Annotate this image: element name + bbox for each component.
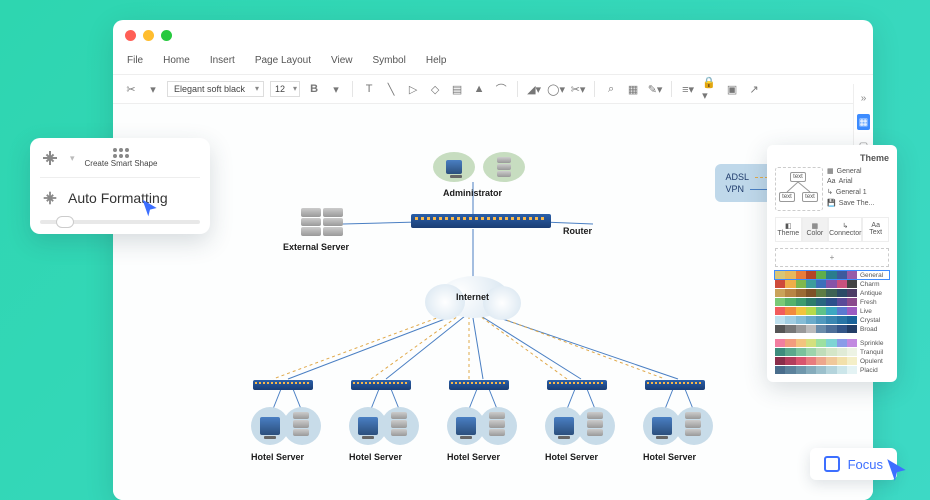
admin-node-1[interactable]	[433, 152, 475, 182]
legend-adsl: ADSL	[725, 172, 749, 182]
theme-preview[interactable]: text text text	[775, 167, 823, 211]
swatch-row-crystal[interactable]: Crystal	[775, 316, 889, 324]
menu-help[interactable]: Help	[426, 55, 447, 66]
menu-view[interactable]: View	[331, 55, 353, 66]
align-icon[interactable]: ≡▾	[680, 81, 696, 97]
theme-opt-arial[interactable]: AaArial	[827, 178, 889, 185]
external-server-label: External Server	[283, 242, 349, 252]
auto-formatting-slider[interactable]	[40, 220, 200, 224]
swatch-row-live[interactable]: Live	[775, 307, 889, 315]
administrator-label: Administrator	[443, 188, 502, 198]
focus-icon	[824, 456, 840, 472]
swatch-row-charm[interactable]: Charm	[775, 280, 889, 288]
swatch-row-opulent[interactable]: Opulent	[775, 357, 889, 365]
arc-icon[interactable]: ⌒	[493, 81, 509, 97]
create-smart-shape-button[interactable]: Create Smart Shape	[85, 148, 158, 169]
theme-opt-save[interactable]: 💾Save The...	[827, 199, 889, 207]
cut-icon[interactable]: ✂	[123, 81, 139, 97]
tab-connector[interactable]: ↳Connector	[828, 217, 862, 242]
swatch-list: GeneralCharmAntiqueFreshLiveCrystalBroad…	[775, 271, 889, 374]
tab-theme[interactable]: ◧Theme	[775, 217, 802, 242]
canvas[interactable]: Administrator External Server Router Int…	[113, 104, 873, 500]
font-select[interactable]: Elegant soft black	[167, 81, 264, 97]
menu-page-layout[interactable]: Page Layout	[255, 55, 311, 66]
text-icon[interactable]: T	[361, 81, 377, 97]
theme-add-button[interactable]: +	[775, 248, 889, 267]
sparkle-icon[interactable]	[40, 148, 60, 168]
legend-vpn: VPN	[725, 184, 744, 194]
chart-icon[interactable]: ▤	[449, 81, 465, 97]
external-server-icon-2[interactable]	[301, 208, 321, 236]
tab-color[interactable]: ▦Color	[802, 217, 829, 242]
pointer-icon[interactable]: ▷	[405, 81, 421, 97]
close-dot[interactable]	[125, 30, 136, 41]
grid-icon[interactable]: ▦	[625, 81, 641, 97]
theme-opt-general1[interactable]: ↳General 1	[827, 188, 889, 196]
maximize-dot[interactable]	[161, 30, 172, 41]
side-grid-icon[interactable]: ▦	[857, 114, 870, 130]
minimize-dot[interactable]	[143, 30, 154, 41]
theme-opt-general[interactable]: ▦General	[827, 167, 889, 175]
shape-icon[interactable]: ◇	[427, 81, 443, 97]
cursor-icon	[884, 457, 910, 488]
bold-icon[interactable]: B	[306, 81, 322, 97]
theme-panel: Theme text text text ▦General AaArial ↳G…	[767, 145, 897, 382]
auto-formatting-button[interactable]: Auto Formatting	[40, 188, 200, 208]
admin-node-2[interactable]	[483, 152, 525, 182]
swatch-row-antique[interactable]: Antique	[775, 289, 889, 297]
image-icon[interactable]: ▲	[471, 81, 487, 97]
swatch-row-tranquil[interactable]: Tranquil	[775, 348, 889, 356]
fill-icon[interactable]: ◢▾	[526, 81, 542, 97]
menu-file[interactable]: File	[127, 55, 143, 66]
toolbar: ✂ ▾ Elegant soft black 12 B ▾ T ╲ ▷ ◇ ▤ …	[113, 75, 873, 104]
export-icon[interactable]: ↗	[746, 81, 762, 97]
theme-title: Theme	[775, 153, 889, 163]
font-size-select[interactable]: 12	[270, 81, 300, 97]
tab-text[interactable]: AaText	[862, 217, 889, 242]
swatch-row-broad[interactable]: Broad	[775, 325, 889, 333]
swatch-row-fresh[interactable]: Fresh	[775, 298, 889, 306]
side-expand-icon[interactable]: »	[857, 90, 870, 106]
color-icon[interactable]: ◯▾	[548, 81, 564, 97]
lock-icon[interactable]: 🔒▾	[702, 81, 718, 97]
swatch-row-sprinkle[interactable]: Sprinkle	[775, 339, 889, 347]
search-icon[interactable]: ⌕	[603, 81, 619, 97]
cursor-icon	[140, 198, 160, 218]
menubar: File Home Insert Page Layout View Symbol…	[113, 51, 873, 75]
pen-icon[interactable]: ✎▾	[647, 81, 663, 97]
dropdown2-icon[interactable]: ▾	[328, 81, 344, 97]
menu-home[interactable]: Home	[163, 55, 190, 66]
router-switch[interactable]	[411, 214, 551, 228]
app-window: File Home Insert Page Layout View Symbol…	[113, 20, 873, 500]
menu-insert[interactable]: Insert	[210, 55, 235, 66]
dropdown-caret-icon[interactable]: ▾	[70, 153, 75, 164]
line-icon[interactable]: ╲	[383, 81, 399, 97]
external-server-icon[interactable]	[323, 208, 343, 236]
dropdown-icon[interactable]: ▾	[145, 81, 161, 97]
window-controls	[113, 20, 873, 51]
swatch-row-placid[interactable]: Placid	[775, 366, 889, 374]
layers-icon[interactable]: ▣	[724, 81, 740, 97]
menu-symbol[interactable]: Symbol	[373, 55, 406, 66]
router-label: Router	[563, 226, 592, 236]
internet-label: Internet	[456, 292, 489, 302]
crop-icon[interactable]: ✂▾	[570, 81, 586, 97]
swatch-row-general[interactable]: General	[775, 271, 889, 279]
auto-formatting-popup: ▾ Create Smart Shape Auto Formatting	[30, 138, 210, 234]
